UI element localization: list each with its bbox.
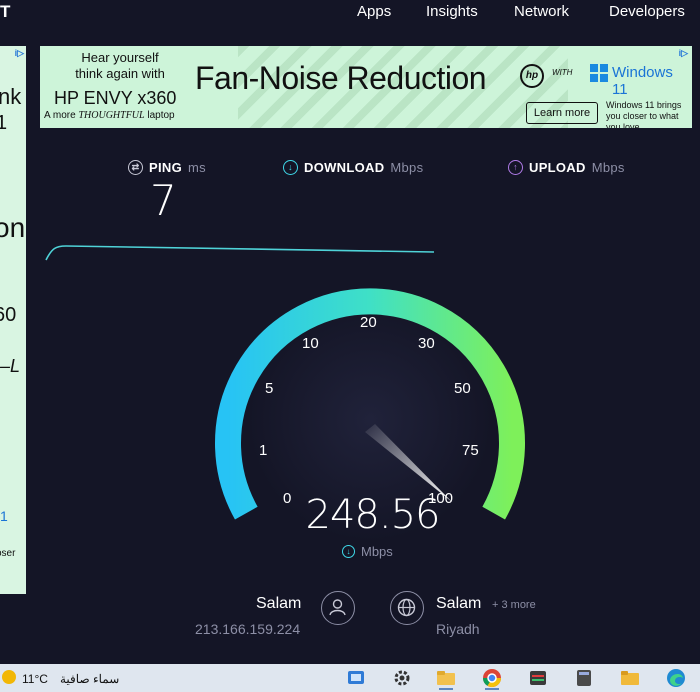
weather-temperature[interactable]: 11°C bbox=[22, 672, 48, 686]
ad-subtagline-prefix: A more bbox=[44, 110, 76, 121]
ad-product-name: HP ENVY x360 bbox=[54, 88, 177, 108]
windows-brand-text: Windows 11 bbox=[612, 64, 673, 98]
taskbar-active-indicator bbox=[485, 688, 499, 690]
download-graph bbox=[45, 245, 435, 261]
nav-insights[interactable]: Insights bbox=[426, 3, 478, 20]
file-explorer-icon[interactable] bbox=[436, 668, 456, 688]
ping-value: 7 bbox=[150, 176, 177, 225]
gauge-tick-50: 50 bbox=[454, 380, 471, 397]
ad-closer-text: Windows 11 brings you closer to what you… bbox=[606, 100, 682, 128]
chrome-icon[interactable] bbox=[482, 668, 502, 688]
edge-browser-icon[interactable] bbox=[666, 668, 686, 688]
ping-unit: ms bbox=[187, 160, 206, 175]
user-icon bbox=[329, 599, 346, 616]
ping-icon: ⇄ bbox=[128, 160, 143, 175]
download-arrow-icon: ↓ bbox=[342, 545, 355, 558]
hp-logo-icon: hp bbox=[520, 64, 544, 88]
ad-tagline-line2: think again with bbox=[75, 66, 165, 81]
side-ad-text: on bbox=[0, 212, 26, 243]
nav-developers[interactable]: Developers bbox=[609, 3, 685, 20]
side-ad-text: –L bbox=[0, 356, 21, 376]
gauge-tick-75: 75 bbox=[462, 442, 479, 459]
ad-tagline: Hear yourself think again with bbox=[50, 50, 190, 82]
gauge-tick-0: 0 bbox=[283, 490, 292, 507]
ad-subtagline: A more THOUGHTFUL laptop bbox=[44, 110, 175, 121]
side-ad-text: 1 bbox=[0, 112, 8, 134]
side-ad-text: 60 bbox=[0, 304, 17, 326]
globe-icon bbox=[397, 598, 416, 617]
ad-with-text: WITH bbox=[552, 68, 573, 77]
app-icon[interactable] bbox=[528, 668, 548, 688]
gauge-tick-10: 10 bbox=[302, 335, 319, 352]
weather-condition[interactable]: سماء صافية bbox=[60, 672, 119, 686]
weather-sun-icon[interactable] bbox=[2, 670, 16, 684]
site-logo[interactable]: T bbox=[0, 2, 10, 22]
download-label: DOWNLOAD bbox=[304, 160, 385, 175]
nav-network[interactable]: Network bbox=[514, 3, 569, 20]
side-ad-banner[interactable]: i▷ nk 1 on 60 –L 1 oser bbox=[0, 46, 26, 594]
nav-apps[interactable]: Apps bbox=[357, 3, 391, 20]
ping-metric: ⇄ PING ms bbox=[128, 160, 206, 175]
widgets-icon[interactable] bbox=[346, 668, 366, 688]
isp-ip: 213.166.159.224 bbox=[195, 621, 301, 637]
upload-unit: Mbps bbox=[591, 160, 625, 175]
change-server-button[interactable] bbox=[390, 591, 424, 625]
ad-subtagline-script: THOUGHTFUL bbox=[78, 110, 145, 121]
gauge-unit-label: Mbps bbox=[361, 544, 393, 559]
upload-arrow-icon: ↑ bbox=[508, 160, 523, 175]
user-profile-button[interactable] bbox=[321, 591, 355, 625]
side-ad-text: 1 bbox=[0, 508, 8, 524]
gauge-tick-20: 20 bbox=[360, 314, 377, 331]
ad-tagline-line1: Hear yourself bbox=[81, 50, 159, 65]
gauge-tick-1: 1 bbox=[259, 442, 268, 459]
side-ad-text: oser bbox=[0, 548, 16, 559]
learn-more-button[interactable]: Learn more bbox=[526, 102, 598, 124]
server-name[interactable]: Salam bbox=[436, 595, 481, 613]
gauge-tick-5: 5 bbox=[265, 380, 274, 397]
download-unit: Mbps bbox=[390, 160, 424, 175]
taskbar-active-indicator bbox=[439, 688, 453, 690]
isp-name: Salam bbox=[256, 595, 302, 612]
windows-logo-icon bbox=[590, 64, 608, 82]
side-ad-text: nk bbox=[0, 84, 22, 109]
server-more-link[interactable]: + 3 more bbox=[492, 599, 536, 611]
upload-metric: ↑ UPLOAD Mbps bbox=[508, 160, 625, 175]
settings-gear-icon[interactable] bbox=[392, 668, 412, 688]
upload-label: UPLOAD bbox=[529, 160, 586, 175]
ping-label: PING bbox=[149, 160, 182, 175]
gauge-unit: ↓ Mbps bbox=[342, 544, 393, 559]
gauge-tick-30: 30 bbox=[418, 335, 435, 352]
adchoices-icon[interactable]: i▷ bbox=[15, 48, 24, 59]
ad-subtagline-suffix: laptop bbox=[147, 110, 175, 121]
download-metric: ↓ DOWNLOAD Mbps bbox=[283, 160, 423, 175]
server-location: Riyadh bbox=[436, 621, 480, 637]
top-ad-banner[interactable]: Hear yourself think again with HP ENVY x… bbox=[40, 46, 692, 128]
top-navigation: T Apps Insights Network Developers bbox=[0, 0, 700, 28]
adchoices-icon[interactable]: i▷ bbox=[679, 48, 688, 59]
gauge-speed-value: 248.56 bbox=[305, 492, 441, 538]
calculator-icon[interactable] bbox=[574, 668, 594, 688]
folder-icon[interactable] bbox=[620, 668, 640, 688]
download-arrow-icon: ↓ bbox=[283, 160, 298, 175]
ad-headline: Fan-Noise Reduction bbox=[195, 60, 487, 96]
